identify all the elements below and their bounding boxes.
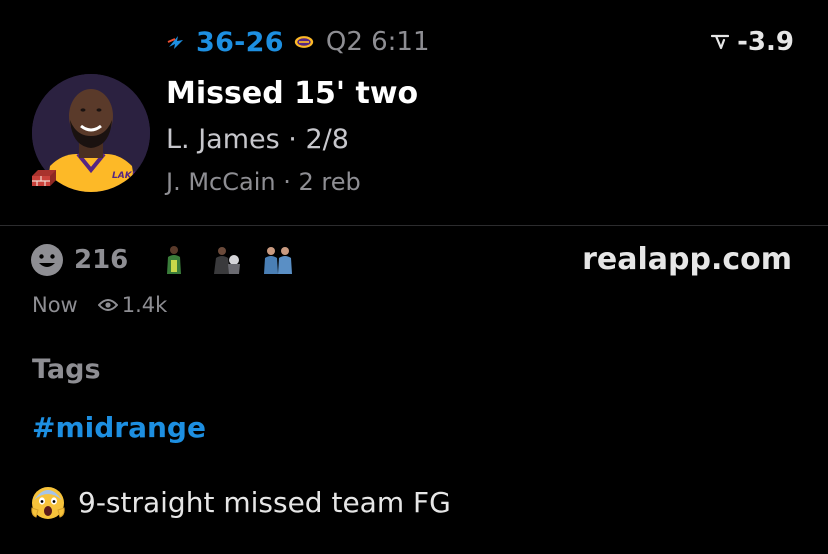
odds-value: -3.9 — [737, 27, 794, 57]
screaming-face-icon — [31, 487, 65, 519]
play-title: Missed 15' two — [166, 76, 419, 111]
reactions-row[interactable]: 216 — [30, 240, 310, 280]
site-link[interactable]: realapp.com — [582, 240, 792, 280]
post-meta: Now 1.4k — [32, 290, 167, 320]
note-text: 9-straight missed team FG — [78, 485, 451, 519]
game-clock: Q2 6:11 — [325, 27, 430, 57]
brick-icon — [32, 170, 56, 186]
tags-heading: Tags — [32, 354, 101, 385]
reactor-avatar-3[interactable] — [258, 242, 298, 278]
trend-down-icon — [711, 34, 730, 50]
thunder-logo-icon — [166, 32, 186, 52]
lakers-logo-icon — [294, 32, 314, 52]
odds-indicator[interactable]: -3.9 — [711, 24, 794, 60]
game-score: 36-26 — [196, 26, 284, 58]
divider — [0, 225, 828, 226]
reactor-avatar-2[interactable] — [206, 242, 246, 278]
tag-midrange[interactable]: #midrange — [32, 411, 206, 444]
player-avatar-container[interactable]: LAKERS — [30, 74, 154, 198]
eye-icon — [97, 299, 118, 311]
player-stat-line[interactable]: L. James · 2/8 — [166, 124, 349, 155]
post-time: Now — [32, 293, 78, 317]
game-scoreline[interactable]: 36-26 Q2 6:11 — [166, 24, 430, 60]
svg-text:LAKERS: LAKERS — [112, 171, 150, 181]
reaction-count: 216 — [74, 245, 129, 275]
smile-icon[interactable] — [30, 243, 64, 277]
play-note: 9-straight missed team FG — [30, 482, 451, 522]
reactor-avatar-1[interactable] — [154, 242, 194, 278]
rebound-stat-line[interactable]: J. McCain · 2 reb — [166, 168, 361, 196]
view-count: 1.4k — [121, 293, 168, 317]
